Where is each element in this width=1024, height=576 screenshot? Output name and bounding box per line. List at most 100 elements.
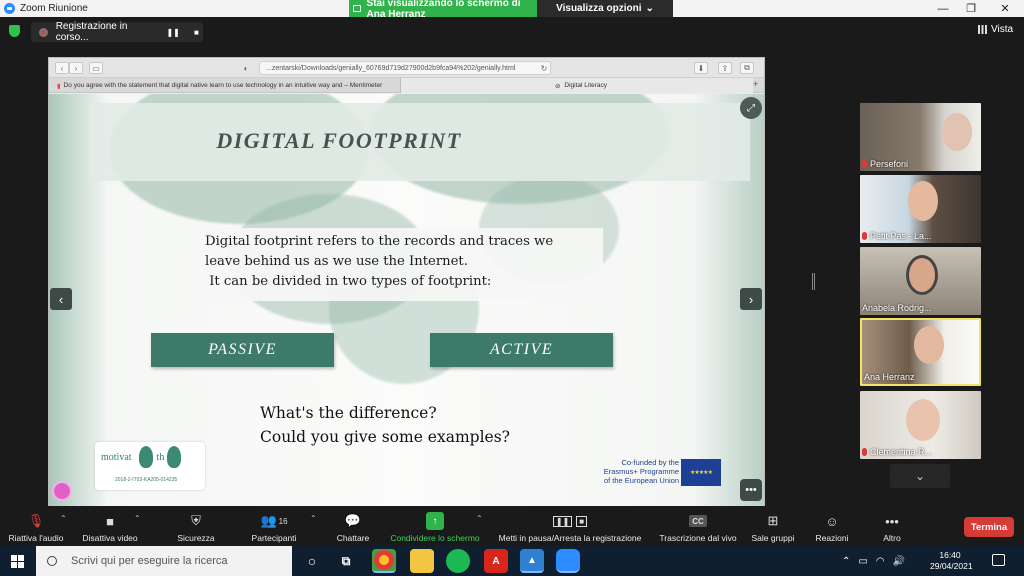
presentation-slide: DIGITAL FOOTPRINT Digital footprint refe… xyxy=(49,94,764,506)
download-icon[interactable]: ⬇ xyxy=(694,62,708,74)
chat-label: Chattare xyxy=(336,533,370,543)
interactive-dot-button[interactable] xyxy=(52,481,72,501)
task-view-icon[interactable]: ⧉ xyxy=(334,549,358,573)
more-button[interactable]: ••• Altro xyxy=(870,508,914,545)
logo-figure-icon xyxy=(139,446,153,468)
chrome-icon[interactable] xyxy=(372,549,396,573)
view-options-label: Visualizza opzioni xyxy=(556,3,642,14)
stop-video-label: Disattiva video xyxy=(82,533,138,543)
mic-muted-icon xyxy=(862,160,867,168)
reactions-label: Reazioni xyxy=(815,533,849,543)
pause-stop-icon: ❚❚ ■ xyxy=(550,512,590,530)
fullscreen-icon[interactable]: ⤢ xyxy=(740,97,762,119)
chat-button[interactable]: 💬 Chattare xyxy=(328,508,378,545)
new-tab-icon[interactable]: + xyxy=(753,79,758,89)
more-options-icon[interactable]: ••• xyxy=(740,479,762,501)
screen-share-icon xyxy=(353,5,361,12)
zoom-taskbar-icon[interactable] xyxy=(556,549,580,573)
participants-icon: 👥 16 xyxy=(260,513,288,528)
participants-caret-icon[interactable]: ⌃ xyxy=(310,514,317,523)
cc-icon: CC xyxy=(689,515,707,527)
network-icon[interactable]: ▭ xyxy=(858,556,867,567)
previous-slide-icon[interactable]: ‹ xyxy=(50,288,72,310)
minimize-button[interactable]: — xyxy=(928,0,958,17)
next-slide-icon[interactable]: › xyxy=(740,288,762,310)
zoom-app-icon xyxy=(4,3,15,14)
participant-video xyxy=(906,255,938,295)
motivate-youth-logo: motivat yo th 2018-2-IT03-KA205-014235 xyxy=(95,442,205,490)
share-label: Condividere lo schermo xyxy=(390,533,480,543)
photos-icon[interactable]: ▲ xyxy=(520,549,544,573)
spotify-icon[interactable] xyxy=(446,549,470,573)
reader-icon[interactable]: ◐ xyxy=(239,62,253,74)
tab-mentimeter[interactable]: ▮ Do you agree with the statement that d… xyxy=(49,78,401,93)
sidebar-icon[interactable]: ▭ xyxy=(89,62,103,74)
participant-tile[interactable]: Petit Pas - La... xyxy=(860,175,981,243)
stop-recording-icon[interactable]: ■ xyxy=(190,25,203,39)
tray-chevron-up-icon[interactable]: ⌃ xyxy=(842,556,850,567)
file-explorer-icon[interactable] xyxy=(410,549,434,573)
taskbar-clock[interactable]: 16:40 29/04/2021 xyxy=(930,550,973,572)
recording-label: Registrazione in corso... xyxy=(55,21,128,43)
breakout-grid-icon: ⊞ xyxy=(767,513,779,528)
browser-toolbar: ‹ › ▭ ◐ ...zentarski/Downloads/genially_… xyxy=(49,58,764,78)
tabs-overview-icon[interactable]: ⧉ xyxy=(740,62,754,74)
screen-share-banner: Stai visualizzando lo schermo di Ana Her… xyxy=(349,0,537,20)
participant-tile[interactable]: Anabela Rodrig... xyxy=(860,247,981,315)
meeting-toolbar: 🎙 Riattiva l'audio ⌃ ■ Disattiva video ⌃… xyxy=(0,508,1024,545)
participants-button[interactable]: 👥 16 Partecipanti xyxy=(244,508,304,545)
maximize-button[interactable]: ❐ xyxy=(956,0,986,17)
participant-tile[interactable]: Persefoni xyxy=(860,103,981,171)
mic-muted-icon xyxy=(862,232,867,240)
passive-button[interactable]: PASSIVE xyxy=(151,333,334,367)
volume-icon[interactable]: 🔊 xyxy=(893,556,905,567)
tab-label: Do you agree with the statement that dig… xyxy=(63,82,383,89)
share-options-caret-icon[interactable]: ⌃ xyxy=(476,514,483,523)
unmute-button[interactable]: 🎙 Riattiva l'audio xyxy=(4,508,68,545)
wifi-icon[interactable]: ◠ xyxy=(876,556,885,567)
address-bar[interactable]: ...zentarski/Downloads/genially_60769d71… xyxy=(259,61,551,75)
participant-name: Persefoni xyxy=(862,159,908,169)
share-screen-button[interactable]: ↑ Condividere lo schermo xyxy=(386,508,484,545)
pause-recording-icon[interactable]: ❚❚ xyxy=(166,25,179,39)
participant-tile-active-speaker[interactable]: Ana Herranz xyxy=(860,318,981,386)
url-text: ...zentarski/Downloads/genially_60769d71… xyxy=(266,64,516,72)
participant-tile[interactable]: Clementina R... xyxy=(860,391,981,459)
share-icon[interactable]: ⇪ xyxy=(718,62,732,74)
taskbar-search-field[interactable]: Scrivi qui per eseguire la ricerca xyxy=(36,546,292,576)
audio-options-caret-icon[interactable]: ⌃ xyxy=(60,514,67,523)
cortana-icon[interactable]: ○ xyxy=(300,549,324,573)
pause-rec-label: Metti in pausa/Arresta la registrazione xyxy=(498,533,642,543)
encryption-shield-icon[interactable] xyxy=(9,25,20,37)
eu-funding-text: Co-funded by the Erasmus+ Programme of t… xyxy=(591,458,679,485)
panel-resize-handle[interactable] xyxy=(812,273,815,290)
acrobat-icon[interactable]: A xyxy=(484,549,508,573)
back-icon[interactable]: ‹ xyxy=(55,62,69,74)
tab-digital-literacy[interactable]: ⊘ Digital Literacy xyxy=(401,78,753,93)
reload-icon[interactable]: ↻ xyxy=(537,62,551,74)
eu-text-line: Erasmus+ Programme xyxy=(603,467,679,476)
security-button[interactable]: ⛨ Sicurezza xyxy=(168,508,224,545)
question-line: Could you give some examples? xyxy=(260,428,510,446)
participant-name-text: Ana Herranz xyxy=(864,372,915,382)
view-options-button[interactable]: Visualizza opzioni ⌄ xyxy=(537,0,673,17)
grid-icon xyxy=(978,25,987,34)
participant-video xyxy=(906,399,940,441)
notification-center-icon[interactable] xyxy=(992,554,1005,566)
participant-video xyxy=(914,326,944,364)
definition-line: Digital footprint refers to the records … xyxy=(205,234,554,249)
participants-scroll-down-icon[interactable]: ⌄ xyxy=(890,464,950,488)
pause-stop-recording-button[interactable]: ❚❚ ■ Metti in pausa/Arresta la registrazi… xyxy=(494,508,646,545)
view-button[interactable]: Vista xyxy=(978,24,1013,35)
forward-icon[interactable]: › xyxy=(69,62,83,74)
end-meeting-button[interactable]: Termina xyxy=(964,517,1014,537)
stop-video-button[interactable]: ■ Disattiva video xyxy=(78,508,142,545)
active-button[interactable]: ACTIVE xyxy=(430,333,613,367)
close-button[interactable]: ✕ xyxy=(990,0,1020,17)
breakout-rooms-button[interactable]: ⊞ Sale gruppi xyxy=(748,508,798,545)
reactions-button[interactable]: ☺ Reazioni xyxy=(810,508,854,545)
video-options-caret-icon[interactable]: ⌃ xyxy=(134,514,141,523)
live-transcript-button[interactable]: CC Trascrizione dal vivo xyxy=(656,508,740,545)
windows-start-icon[interactable] xyxy=(11,555,24,568)
security-label: Sicurezza xyxy=(177,533,215,543)
